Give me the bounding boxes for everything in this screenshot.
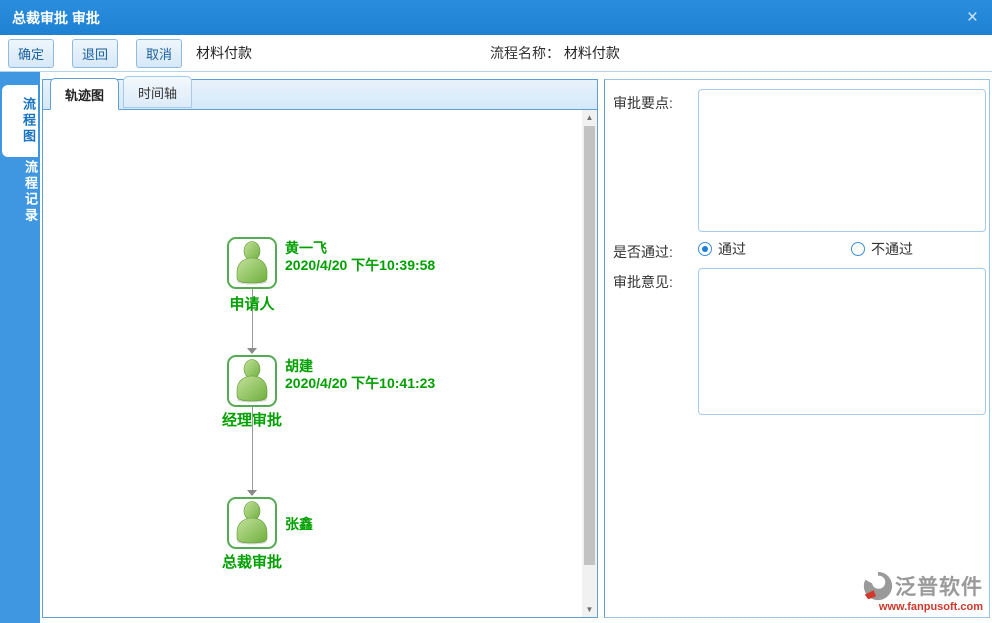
flow-panel: 轨迹图 时间轴 黄一飞 2020/4/20 下午10:39:58 申请人 胡建 … bbox=[42, 76, 598, 618]
radio-fail-icon[interactable] bbox=[851, 242, 865, 256]
toolbar: 确定 退回 取消 材料付款 流程名称： 材料付款 bbox=[0, 35, 992, 72]
cancel-button[interactable]: 取消 bbox=[136, 38, 183, 68]
approval-dialog: 总裁审批 审批 × 确定 退回 取消 材料付款 流程名称： 材料付款 流程图 流… bbox=[0, 0, 992, 623]
process-name-value: 材料付款 bbox=[563, 45, 620, 61]
approval-points-textarea[interactable] bbox=[698, 89, 986, 232]
person-icon[interactable] bbox=[227, 497, 277, 549]
node-caption: 胡建 2020/4/20 下午10:41:23 bbox=[285, 358, 435, 392]
node-role-label: 申请人 bbox=[229, 296, 275, 313]
person-glyph bbox=[236, 241, 268, 285]
document-title: 材料付款 bbox=[196, 45, 253, 61]
trajectory-canvas: 黄一飞 2020/4/20 下午10:39:58 申请人 胡建 2020/4/2… bbox=[43, 110, 597, 617]
person-glyph bbox=[236, 359, 268, 403]
pass-radio-group: 通过 不通过 bbox=[698, 239, 913, 259]
node-caption: 黄一飞 2020/4/20 下午10:39:58 bbox=[285, 240, 435, 274]
vertical-scrollbar[interactable]: ▲ ▼ bbox=[582, 110, 597, 617]
left-tab-strip: 流程图 流程记录 bbox=[0, 72, 40, 623]
opinion-textarea[interactable] bbox=[698, 268, 986, 415]
radio-pass-icon[interactable] bbox=[698, 242, 712, 256]
scrollbar-thumb[interactable] bbox=[584, 126, 595, 565]
process-name-label: 流程名称： bbox=[490, 45, 560, 61]
radio-option-pass[interactable]: 通过 bbox=[698, 239, 746, 259]
arrow-down-icon bbox=[247, 348, 257, 354]
person-icon[interactable] bbox=[227, 237, 277, 289]
sidebar-tab-flowchart[interactable]: 流程图 bbox=[2, 85, 38, 157]
tab-timeline[interactable]: 时间轴 bbox=[123, 76, 193, 108]
watermark-brand: 泛普软件 bbox=[895, 576, 983, 599]
radio-pass-label: 通过 bbox=[718, 241, 746, 257]
node-user-name: 黄一飞 bbox=[285, 240, 327, 256]
node-role-label: 经理审批 bbox=[221, 412, 283, 429]
radio-option-fail[interactable]: 不通过 bbox=[851, 239, 913, 259]
fanpu-logo-icon bbox=[863, 571, 893, 601]
scroll-up-icon[interactable]: ▲ bbox=[582, 110, 597, 125]
node-timestamp: 2020/4/20 下午10:41:23 bbox=[285, 375, 436, 391]
watermark-url: www.fanpusoft.com bbox=[878, 601, 983, 613]
tab-trajectory[interactable]: 轨迹图 bbox=[50, 78, 120, 110]
window-title: 总裁审批 审批 bbox=[12, 9, 100, 26]
approval-form-panel: 审批要点: 是否通过: 通过 不通过 审批意见: 泛普软件 www.fanpus… bbox=[604, 79, 990, 618]
node-role-label: 总裁审批 bbox=[221, 554, 283, 571]
node-timestamp: 2020/4/20 下午10:39:58 bbox=[285, 257, 436, 273]
sidebar-tab-flowrecord[interactable]: 流程记录 bbox=[0, 150, 40, 234]
close-icon[interactable]: × bbox=[967, 8, 978, 27]
person-glyph bbox=[236, 501, 268, 545]
node-user-name: 张鑫 bbox=[285, 516, 313, 532]
watermark: 泛普软件 www.fanpusoft.com bbox=[861, 569, 983, 613]
opinion-label: 审批意见: bbox=[613, 274, 673, 290]
pass-question-label: 是否通过: bbox=[613, 244, 673, 260]
return-button[interactable]: 退回 bbox=[72, 38, 119, 68]
node-caption: 张鑫 bbox=[285, 516, 313, 533]
person-icon[interactable] bbox=[227, 355, 277, 407]
node-user-name: 胡建 bbox=[285, 358, 313, 374]
process-name: 流程名称： 材料付款 bbox=[490, 43, 620, 63]
ok-button[interactable]: 确定 bbox=[8, 38, 55, 68]
flow-tabbar: 轨迹图 时间轴 bbox=[43, 76, 597, 110]
radio-fail-label: 不通过 bbox=[871, 241, 913, 257]
scroll-down-icon[interactable]: ▼ bbox=[582, 602, 597, 617]
arrow-down-icon bbox=[247, 490, 257, 496]
approval-points-label: 审批要点: bbox=[613, 95, 673, 111]
titlebar: 总裁审批 审批 × bbox=[0, 0, 992, 35]
